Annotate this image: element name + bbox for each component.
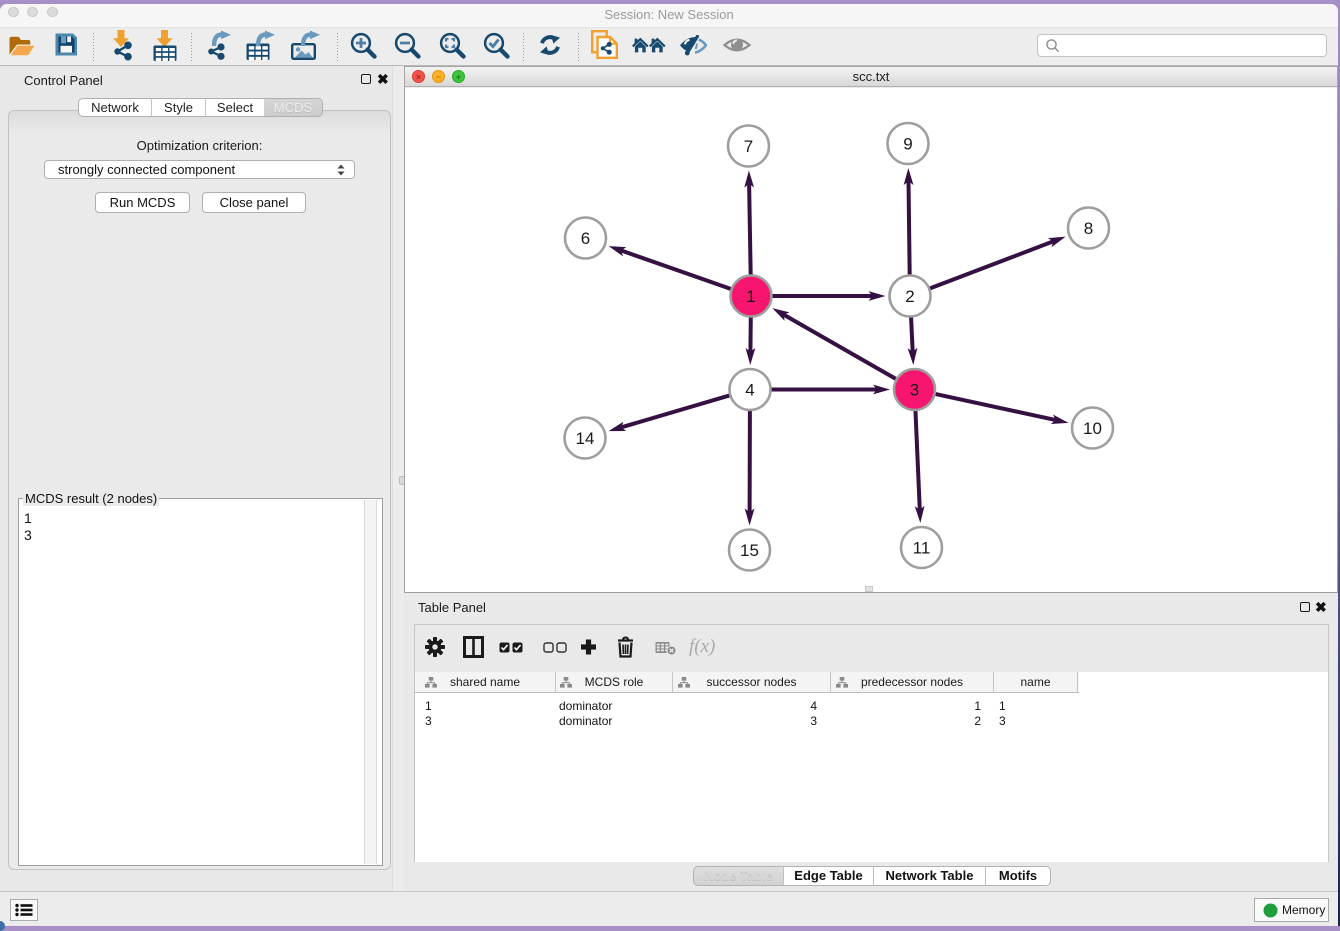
svg-text:8: 8 — [1084, 219, 1093, 238]
svg-text:15: 15 — [740, 541, 759, 560]
svg-text:9: 9 — [903, 135, 912, 154]
svg-text:10: 10 — [1083, 419, 1102, 438]
svg-text:14: 14 — [576, 429, 595, 448]
svg-text:2: 2 — [905, 287, 914, 306]
svg-text:1: 1 — [746, 287, 755, 306]
svg-text:4: 4 — [745, 381, 754, 400]
svg-text:6: 6 — [581, 229, 590, 248]
svg-text:7: 7 — [744, 137, 753, 156]
svg-text:3: 3 — [910, 381, 919, 400]
svg-text:11: 11 — [913, 539, 931, 558]
